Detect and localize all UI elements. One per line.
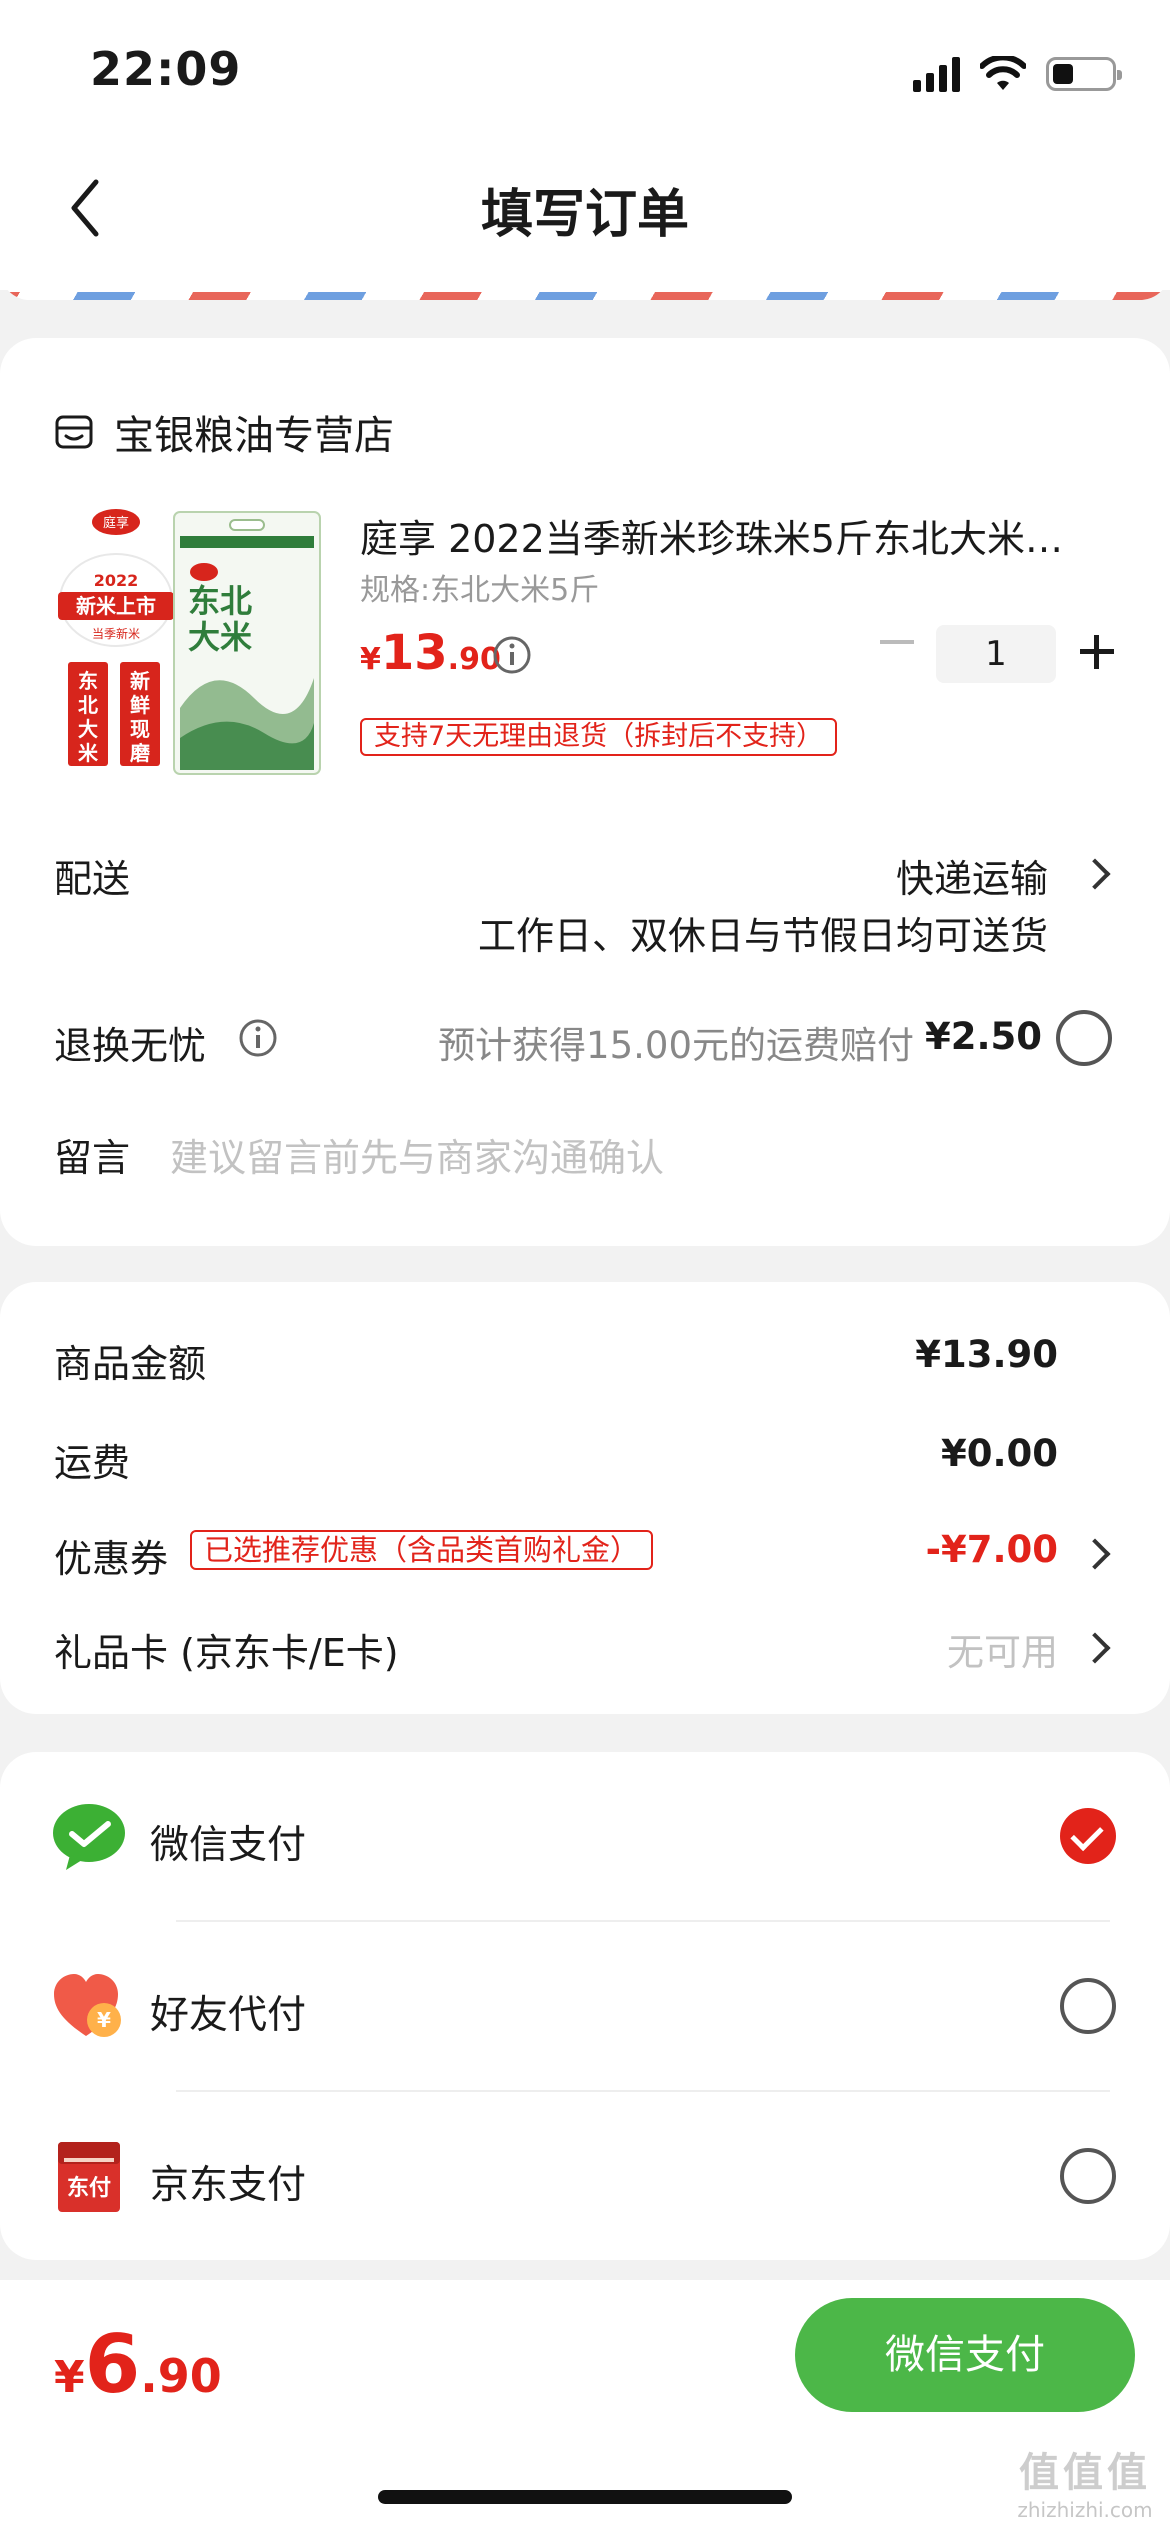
- friend-pay-icon: ¥: [54, 1974, 121, 2037]
- goods-amount-value: ¥13.90: [915, 1333, 1058, 1376]
- battery-icon: [1046, 57, 1122, 91]
- friend-pay-icon-text: ¥: [97, 2008, 111, 2032]
- product-spec: 规格:东北大米5斤: [360, 573, 600, 608]
- total-currency: ¥: [54, 2352, 85, 2403]
- product-price: ¥ 13 .90: [360, 625, 501, 681]
- worry-free-description: 预计获得15.00元的运费赔付: [438, 1024, 914, 1067]
- delivery-method[interactable]: 快递运输: [896, 848, 1048, 903]
- goods-amount-label: 商品金额: [54, 1342, 207, 1386]
- wechat-pay-icon: [53, 1804, 125, 1870]
- coupon-label: 优惠券: [54, 1537, 169, 1581]
- delivery-note: 工作日、双休日与节假日均可送货: [477, 914, 1048, 958]
- payment-option-label: 微信支付: [150, 1823, 307, 1868]
- home-indicator[interactable]: [378, 2490, 792, 2504]
- worry-free-info-icon[interactable]: [238, 1018, 278, 1058]
- image-tag-right: 新鲜现磨: [130, 669, 150, 765]
- payment-option-label: 京东支付: [150, 2163, 307, 2208]
- return-policy-badge: 支持7天无理由退货（拆封后不支持）: [360, 718, 838, 756]
- address-card[interactable]: [0, 250, 1170, 300]
- total-decimal: .90: [140, 2349, 222, 2403]
- watermark-sub: zhizhizhi.com: [1017, 2498, 1153, 2522]
- giftcard-label: 礼品卡 (京东卡/E卡): [54, 1631, 399, 1675]
- message-input[interactable]: 建议留言前先与商家沟通确认: [170, 1127, 664, 1182]
- pay-button[interactable]: 微信支付: [795, 2298, 1135, 2412]
- price-info-icon[interactable]: [492, 635, 532, 675]
- payment-radio-jd[interactable]: [1060, 2148, 1116, 2204]
- jd-pay-icon-text: 东付: [67, 2175, 111, 2201]
- payment-radio-friend[interactable]: [1060, 1978, 1116, 2034]
- quantity-decrease-button[interactable]: [880, 640, 914, 644]
- cellular-signal-icon: [913, 56, 960, 92]
- worry-free-price: ¥2.50: [924, 1015, 1042, 1058]
- status-time: 22:09: [90, 42, 242, 96]
- watermark: 值值值 zhizhizhi.com: [1010, 2440, 1160, 2522]
- page-title: 填写订单: [480, 185, 689, 245]
- quantity-increase-button[interactable]: [1080, 635, 1114, 669]
- image-bag-title: 东北大米: [188, 582, 252, 656]
- shipping-fee-label: 运费: [54, 1441, 131, 1485]
- payment-option-label: 好友代付: [150, 1993, 307, 2038]
- battery-level: [1053, 64, 1073, 84]
- brand-logo-text: 庭享: [103, 515, 129, 531]
- giftcard-value[interactable]: 无可用: [947, 1622, 1058, 1676]
- shop-name: 宝银粮油专营店: [114, 413, 394, 459]
- total-price: ¥ 6 .90: [54, 2318, 222, 2411]
- delivery-label: 配送: [54, 857, 131, 901]
- price-integer: 13: [380, 625, 448, 681]
- total-integer: 6: [84, 2318, 141, 2411]
- image-sub-banner: 当季新米: [92, 626, 140, 641]
- status-bar: 22:09: [0, 0, 1170, 140]
- jd-pay-icon: 东付: [58, 2142, 120, 2212]
- worry-free-label: 退换无忧: [54, 1024, 207, 1068]
- store-icon: [55, 415, 93, 449]
- order-card: [0, 338, 1170, 1246]
- coupon-amount[interactable]: -¥7.00: [926, 1528, 1058, 1571]
- product-image[interactable]: 庭享 2022 新米上市 当季新米 东北大米 新鲜现磨 东北大米: [54, 508, 328, 778]
- coupon-badge: 已选推荐优惠（含品类首购礼金）: [190, 1530, 654, 1570]
- image-banner: 新米上市: [76, 594, 156, 618]
- image-tag-left: 东北大米: [78, 669, 99, 765]
- message-label: 留言: [54, 1136, 131, 1180]
- image-year: 2022: [94, 571, 139, 590]
- watermark-main: 值值值: [1019, 2450, 1151, 2496]
- price-currency: ¥: [360, 642, 381, 677]
- shop-header[interactable]: 宝银粮油专营店: [54, 403, 394, 461]
- quantity-input[interactable]: 1: [936, 625, 1056, 683]
- product-title[interactable]: 庭享 2022当季新米珍珠米5斤东北大米…: [360, 508, 1120, 563]
- status-icons: [913, 50, 1122, 98]
- payment-selected-check[interactable]: [1060, 1808, 1116, 1864]
- airmail-stripe: [0, 292, 1170, 300]
- wifi-icon: [980, 56, 1026, 90]
- shipping-fee-value: ¥0.00: [940, 1432, 1058, 1475]
- worry-free-radio[interactable]: [1056, 1010, 1112, 1066]
